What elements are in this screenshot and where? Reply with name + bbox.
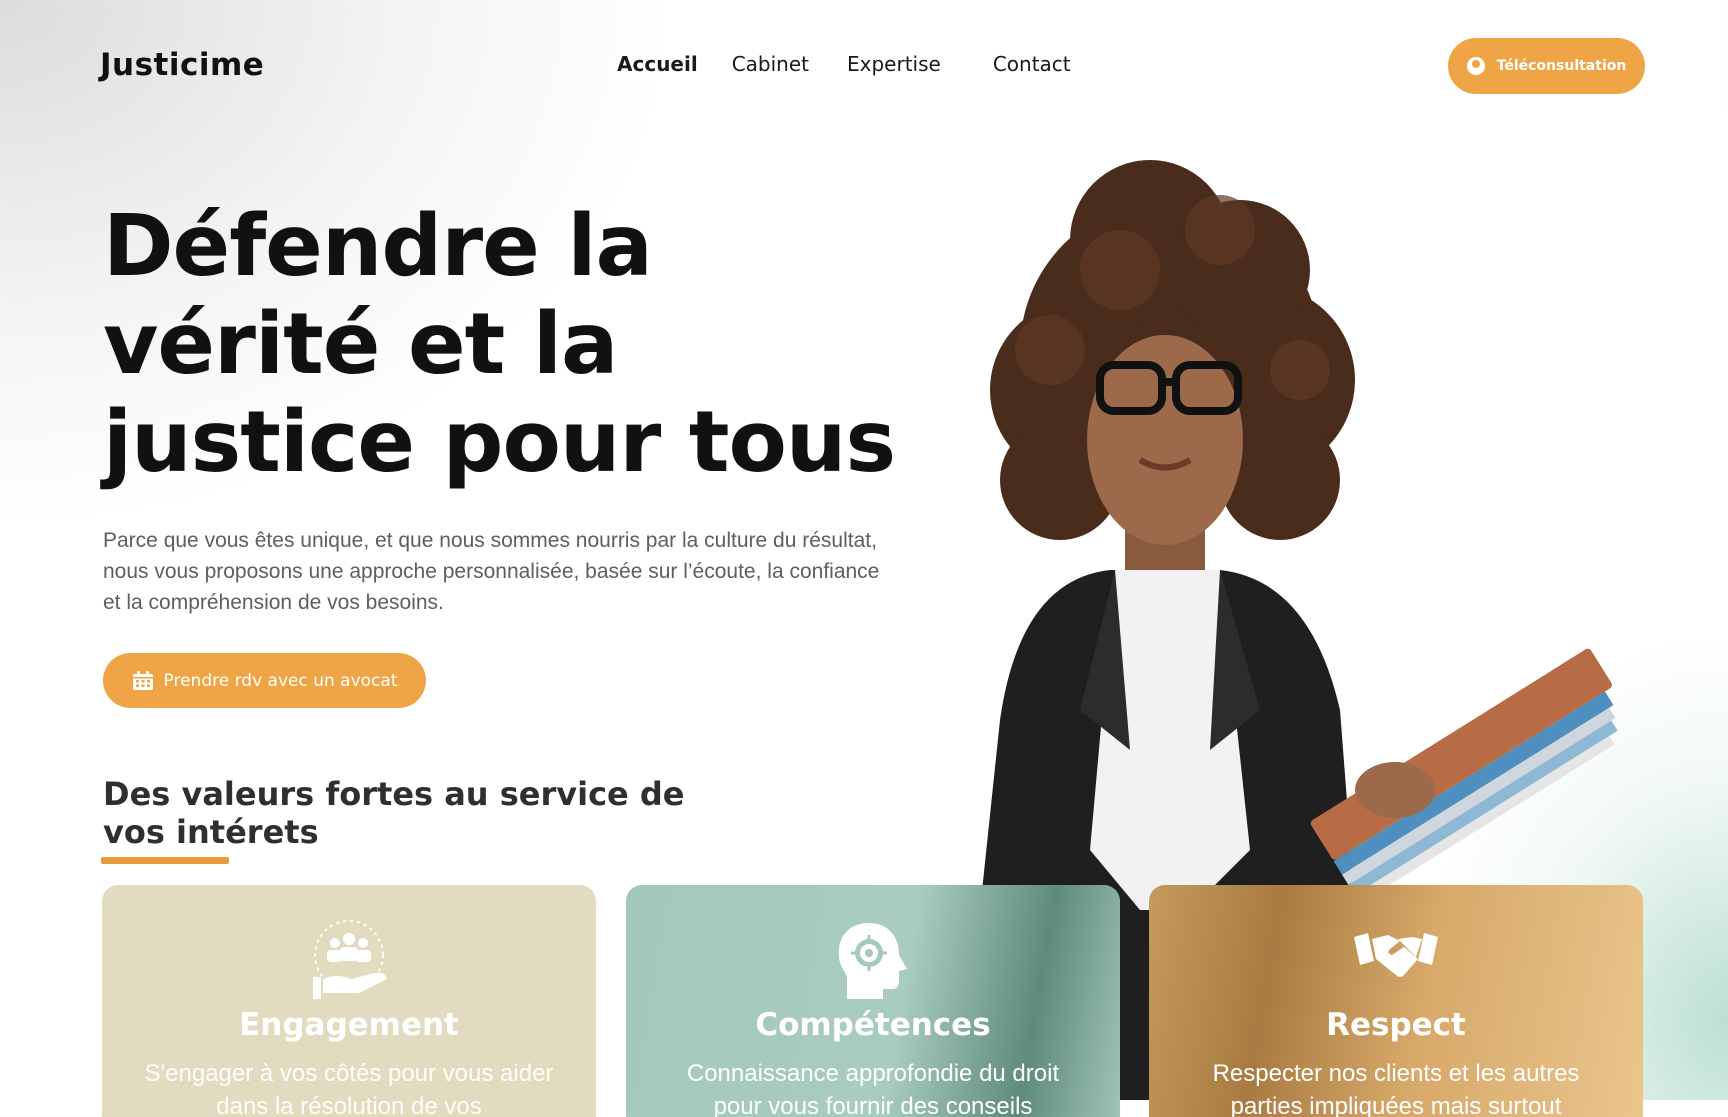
card-text: S'engager à vos côtés pour vous aider da… (144, 1060, 554, 1117)
card-text: Respecter nos clients et les autres part… (1212, 1060, 1580, 1117)
handshake-icon (1354, 919, 1438, 1003)
site-logo[interactable]: Justicime (100, 47, 264, 83)
nav-item-expertise[interactable]: Expertise (847, 52, 941, 76)
user-icon (1466, 57, 1485, 75)
hero-title: Défendre la vérité et la justice pour to… (103, 197, 896, 492)
value-card-respect[interactable]: Respect Respecter nos clients et les aut… (1149, 885, 1643, 1117)
card-text: Connaissance approfondie du droit pour v… (686, 1060, 1060, 1117)
book-appointment-label: Prendre rdv avec un avocat (163, 670, 398, 691)
nav-item-contact[interactable]: Contact (993, 52, 1071, 76)
community-hand-icon (307, 919, 391, 1003)
card-title: Respect (1326, 1007, 1466, 1043)
title-underline (101, 857, 229, 864)
values-title: Des valeurs fortes au service de vos int… (103, 775, 685, 851)
hero-description: Parce que vous êtes unique, et que nous … (103, 529, 880, 614)
value-card-engagement[interactable]: Engagement S'engager à vos côtés pour vo… (102, 885, 596, 1117)
teleconsultation-label: Téléconsultation (1496, 58, 1627, 74)
head-gear-icon (831, 919, 915, 1003)
book-appointment-button[interactable]: Prendre rdv avec un avocat (103, 653, 426, 708)
nav-item-accueil[interactable]: Accueil (617, 52, 698, 76)
card-title: Engagement (239, 1007, 459, 1043)
main-nav: Accueil Cabinet Expertise Contact (617, 52, 1071, 76)
card-title: Compétences (755, 1007, 991, 1043)
nav-item-cabinet[interactable]: Cabinet (732, 52, 809, 76)
value-card-competences[interactable]: Compétences Connaissance approfondie du … (626, 885, 1120, 1117)
calendar-icon (132, 670, 154, 691)
teleconsultation-button[interactable]: Téléconsultation (1448, 38, 1645, 94)
